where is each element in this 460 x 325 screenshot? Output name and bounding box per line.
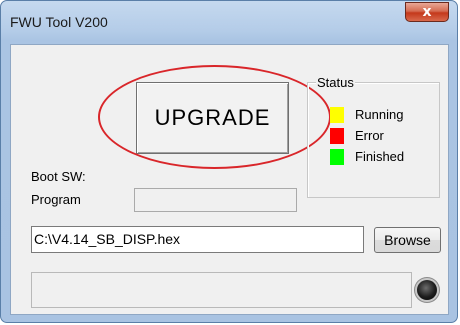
close-button[interactable]: x [405, 2, 449, 22]
status-group: Status Running Error Finished [307, 75, 440, 198]
upgrade-button[interactable]: UPGRADE [136, 82, 289, 154]
client-area: UPGRADE Status Running Error Finished Bo… [10, 44, 449, 315]
title-bar[interactable]: FWU Tool V200 x [1, 1, 457, 41]
error-swatch [330, 128, 344, 144]
error-label: Error [355, 128, 384, 143]
boot-sw-label: Boot SW: [31, 169, 86, 184]
finished-swatch [330, 149, 344, 165]
finished-label: Finished [355, 149, 405, 164]
running-label: Running [355, 107, 404, 122]
window-title: FWU Tool V200 [10, 14, 108, 30]
running-swatch [330, 107, 344, 123]
file-path-input[interactable]: C:\V4.14_SB_DISP.hex [31, 226, 364, 253]
program-field [134, 188, 297, 212]
program-label: Program [31, 192, 81, 207]
close-icon: x [422, 4, 432, 20]
app-window: FWU Tool V200 x UPGRADE Status Running E… [0, 0, 458, 323]
status-indicator-icon [417, 280, 437, 300]
browse-button[interactable]: Browse [374, 227, 441, 253]
status-bar [31, 272, 412, 308]
status-title: Status [316, 75, 355, 90]
